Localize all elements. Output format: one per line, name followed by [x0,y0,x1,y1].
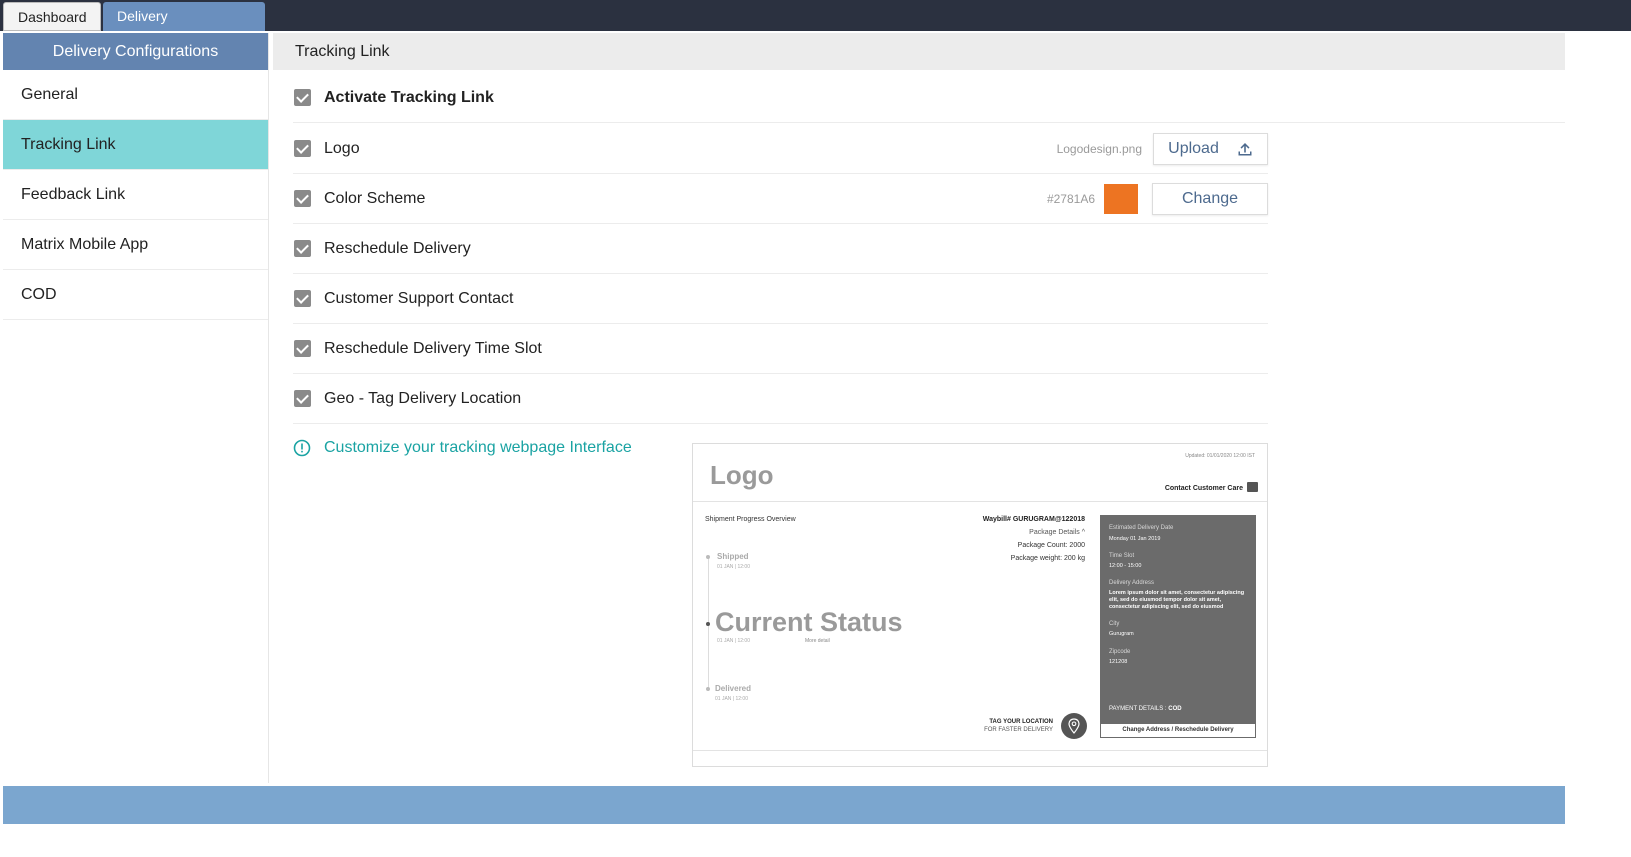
color-scheme-checkbox[interactable] [294,190,311,207]
preview-header: Logo Updated: 01/01/2020 12:00 IST Conta… [693,444,1267,502]
option-label: Geo - Tag Delivery Location [324,389,522,407]
preview-address-value: Lorem ipsum dolor sit amet, consectetur … [1109,590,1245,610]
preview-delivery-panel: Estimated Delivery Date Monday 01 Jan 20… [1100,515,1256,738]
preview-delivered: Delivered [715,684,752,693]
option-label: Activate Tracking Link [324,88,494,106]
option-row-color-scheme: Color Scheme #2781A6 Change [293,174,1268,224]
sidebar-item-matrix-mobile-app[interactable]: Matrix Mobile App [3,220,268,270]
location-pin-icon [1061,713,1087,739]
option-label: Reschedule Delivery Time Slot [324,339,542,357]
upload-button[interactable]: Upload [1153,133,1268,165]
preview-package-weight: Package weight: 200 kg [1010,555,1085,562]
preview-time-slot-label: Time Slot [1109,553,1135,559]
preview-delivered-date: 01 JAN | 12:00 [715,696,748,702]
change-label: Change [1181,190,1239,207]
preview-shipment-progress: Shipment Progress Overview [705,516,796,523]
preview-payment-details: PAYMENT DETAILS : COD [1109,706,1182,712]
color-scheme-group: #2781A6 Change [1047,174,1268,224]
sidebar-header: Delivery Configurations [3,33,268,70]
upload-label: Upload [1168,140,1219,157]
preview-shipped-date: 01 JAN | 12:00 [717,564,750,570]
upload-icon [1238,143,1252,156]
main-panel: Tracking Link Activate Tracking Link Log… [273,33,1565,783]
preview-current-status: Current Status [715,607,903,637]
preview-zip-label: Zipcode [1109,649,1131,655]
preview-package-count: Package Count: 2000 [1017,542,1085,549]
reschedule-time-slot-checkbox[interactable] [294,340,311,357]
option-row-logo: Logo Logodesign.png Upload [293,124,1268,174]
preview-shipped: Shipped [717,552,749,561]
customize-text: Customize your tracking webpage Interfac… [324,439,632,456]
sidebar-item-cod[interactable]: COD [3,270,268,320]
preview-city-label: City [1109,621,1120,627]
option-row-reschedule-time-slot: Reschedule Delivery Time Slot [293,324,1268,374]
preview-est-delivery-value: Monday 01 Jan 2019 [1109,536,1161,542]
tab-delivery-configuration[interactable]: Delivery Configutation [103,2,265,53]
reschedule-delivery-checkbox[interactable] [294,240,311,257]
preview-zip-value: 121208 [1109,659,1128,665]
bottom-bar [3,786,1565,824]
top-bar: Dashboard Delivery Configutation [0,0,1631,53]
preview-tag-location: TAG YOUR LOCATION [989,719,1053,725]
preview-waybill: Waybill# GURUGRAM@122018 [982,516,1085,523]
tab-dashboard[interactable]: Dashboard [3,2,101,31]
tracking-page-preview: Logo Updated: 01/01/2020 12:00 IST Conta… [692,443,1268,767]
option-label: Color Scheme [324,189,426,207]
color-hex-value: #2781A6 [1046,192,1095,206]
customize-link[interactable]: Customize your tracking webpage Interfac… [293,439,632,457]
option-label: Customer Support Contact [324,289,514,307]
preview-footer-line [693,750,1267,751]
preview-more-detail: More detail [805,638,830,644]
option-label: Reschedule Delivery [324,239,471,257]
logo-filename: Logodesign.png [1056,142,1142,156]
color-swatch[interactable] [1104,184,1138,214]
preview-est-delivery-label: Estimated Delivery Date [1109,525,1174,531]
option-row-reschedule-delivery: Reschedule Delivery [293,224,1268,274]
preview-change-address-button: Change Address / Reschedule Delivery [1100,723,1256,738]
sidebar-item-feedback-link[interactable]: Feedback Link [3,170,268,220]
sidebar-item-general[interactable]: General [3,70,268,120]
preview-current-date: 01 JAN | 12:00 [717,638,750,644]
preview-package-details: Package Details ^ [1029,529,1085,536]
timeline-dot [706,687,710,691]
chat-icon [1247,482,1258,492]
preview-time-slot-value: 12:00 - 15:00 [1109,563,1142,569]
change-color-button[interactable]: Change [1152,183,1268,215]
geo-tag-checkbox[interactable] [294,390,311,407]
logo-upload-group: Logodesign.png Upload [1057,124,1268,174]
option-label: Logo [324,139,360,157]
preview-city-value: Gurugram [1109,631,1134,637]
preview-contact-customer-care: Contact Customer Care [1164,485,1243,492]
customer-support-contact-checkbox[interactable] [294,290,311,307]
option-row-geo-tag: Geo - Tag Delivery Location [293,374,1268,424]
sidebar-item-tracking-link[interactable]: Tracking Link [3,120,268,170]
page-title: Tracking Link [273,33,1565,70]
preview-updated: Updated: 01/01/2020 12:00 IST [1185,453,1255,459]
preview-faster-delivery: FOR FASTER DELIVERY [984,727,1053,733]
option-row-customer-support-contact: Customer Support Contact [293,274,1268,324]
activate-tracking-link-checkbox[interactable] [294,89,311,106]
logo-checkbox[interactable] [294,140,311,157]
timeline-dot [706,555,710,559]
option-row-activate-tracking-link: Activate Tracking Link [293,73,1565,123]
preview-address-label: Delivery Address [1109,580,1155,586]
timeline-dot [706,622,710,626]
info-icon [293,439,311,457]
preview-logo: Logo [710,460,774,490]
sidebar: Delivery Configurations General Tracking… [3,33,269,783]
